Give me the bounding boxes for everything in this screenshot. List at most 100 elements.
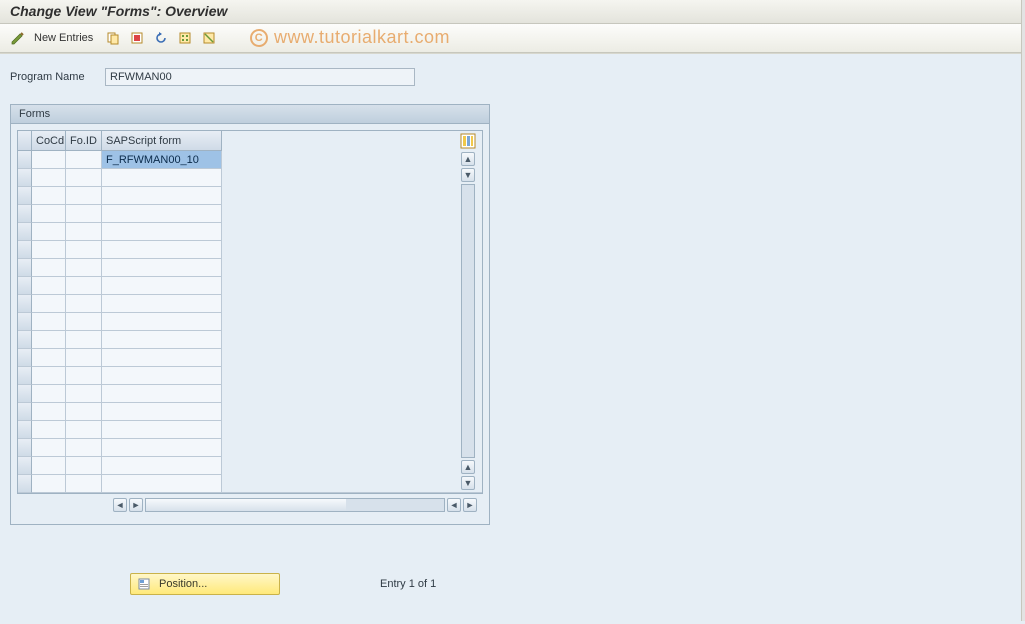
scroll-down2-icon[interactable]: ▲ bbox=[461, 460, 475, 474]
col-header-foid[interactable]: Fo.ID bbox=[66, 131, 102, 151]
cell-foid[interactable] bbox=[66, 259, 102, 277]
table-row[interactable] bbox=[18, 169, 222, 187]
table-row[interactable] bbox=[18, 439, 222, 457]
cell-cocd[interactable] bbox=[32, 331, 66, 349]
cell-cocd[interactable] bbox=[32, 241, 66, 259]
table-row[interactable] bbox=[18, 241, 222, 259]
row-selector[interactable] bbox=[18, 331, 32, 349]
select-all-icon[interactable] bbox=[175, 28, 195, 48]
cell-sapscript-form[interactable] bbox=[102, 169, 222, 187]
hscroll-track[interactable] bbox=[145, 498, 445, 512]
cell-foid[interactable] bbox=[66, 241, 102, 259]
cell-sapscript-form[interactable] bbox=[102, 277, 222, 295]
row-selector[interactable] bbox=[18, 439, 32, 457]
cell-sapscript-form[interactable] bbox=[102, 259, 222, 277]
cell-foid[interactable] bbox=[66, 223, 102, 241]
cell-foid[interactable] bbox=[66, 205, 102, 223]
row-selector[interactable] bbox=[18, 457, 32, 475]
cell-foid[interactable] bbox=[66, 475, 102, 493]
col-header-form[interactable]: SAPScript form bbox=[102, 131, 222, 151]
horizontal-scrollbar[interactable]: ◄ ► ◄ ► bbox=[17, 494, 483, 518]
hscroll-right-icon[interactable]: ► bbox=[463, 498, 477, 512]
change-display-icon[interactable] bbox=[8, 28, 28, 48]
cell-sapscript-form[interactable] bbox=[102, 403, 222, 421]
deselect-all-icon[interactable] bbox=[199, 28, 219, 48]
table-row[interactable] bbox=[18, 295, 222, 313]
cell-cocd[interactable] bbox=[32, 187, 66, 205]
col-header-selector[interactable] bbox=[18, 131, 32, 151]
cell-foid[interactable] bbox=[66, 457, 102, 475]
cell-sapscript-form[interactable] bbox=[102, 439, 222, 457]
cell-sapscript-form[interactable] bbox=[102, 187, 222, 205]
table-row[interactable] bbox=[18, 475, 222, 493]
row-selector[interactable] bbox=[18, 241, 32, 259]
cell-cocd[interactable] bbox=[32, 313, 66, 331]
cell-sapscript-form[interactable] bbox=[102, 223, 222, 241]
cell-sapscript-form[interactable] bbox=[102, 349, 222, 367]
row-selector[interactable] bbox=[18, 313, 32, 331]
table-row[interactable] bbox=[18, 205, 222, 223]
row-selector[interactable] bbox=[18, 475, 32, 493]
cell-cocd[interactable] bbox=[32, 367, 66, 385]
configure-columns-icon[interactable] bbox=[459, 132, 477, 150]
table-row[interactable] bbox=[18, 259, 222, 277]
row-selector[interactable] bbox=[18, 169, 32, 187]
cell-cocd[interactable] bbox=[32, 385, 66, 403]
cell-cocd[interactable] bbox=[32, 457, 66, 475]
cell-sapscript-form[interactable] bbox=[102, 457, 222, 475]
cell-cocd[interactable] bbox=[32, 403, 66, 421]
scroll-up-icon[interactable]: ▲ bbox=[461, 152, 475, 166]
cell-cocd[interactable] bbox=[32, 277, 66, 295]
cell-foid[interactable] bbox=[66, 313, 102, 331]
row-selector[interactable] bbox=[18, 277, 32, 295]
position-button[interactable]: Position... bbox=[130, 573, 280, 595]
row-selector[interactable] bbox=[18, 223, 32, 241]
table-row[interactable]: F_RFWMAN00_10 bbox=[18, 151, 222, 169]
cell-foid[interactable] bbox=[66, 403, 102, 421]
cell-sapscript-form[interactable] bbox=[102, 241, 222, 259]
cell-foid[interactable] bbox=[66, 151, 102, 169]
cell-cocd[interactable] bbox=[32, 223, 66, 241]
row-selector[interactable] bbox=[18, 349, 32, 367]
table-row[interactable] bbox=[18, 349, 222, 367]
table-row[interactable] bbox=[18, 223, 222, 241]
hscroll-thumb[interactable] bbox=[146, 499, 346, 511]
cell-sapscript-form[interactable] bbox=[102, 367, 222, 385]
row-selector[interactable] bbox=[18, 385, 32, 403]
cell-sapscript-form[interactable] bbox=[102, 385, 222, 403]
table-row[interactable] bbox=[18, 457, 222, 475]
cell-sapscript-form[interactable] bbox=[102, 313, 222, 331]
cell-cocd[interactable] bbox=[32, 151, 66, 169]
cell-foid[interactable] bbox=[66, 331, 102, 349]
cell-foid[interactable] bbox=[66, 349, 102, 367]
cell-sapscript-form[interactable]: F_RFWMAN00_10 bbox=[102, 151, 222, 169]
cell-sapscript-form[interactable] bbox=[102, 475, 222, 493]
table-row[interactable] bbox=[18, 421, 222, 439]
new-entries-button[interactable]: New Entries bbox=[32, 28, 99, 48]
table-row[interactable] bbox=[18, 367, 222, 385]
table-row[interactable] bbox=[18, 313, 222, 331]
row-selector[interactable] bbox=[18, 259, 32, 277]
cell-cocd[interactable] bbox=[32, 169, 66, 187]
scroll-down-icon[interactable]: ▼ bbox=[461, 476, 475, 490]
cell-cocd[interactable] bbox=[32, 439, 66, 457]
delete-icon[interactable] bbox=[127, 28, 147, 48]
table-row[interactable] bbox=[18, 187, 222, 205]
cell-foid[interactable] bbox=[66, 439, 102, 457]
row-selector[interactable] bbox=[18, 421, 32, 439]
table-row[interactable] bbox=[18, 403, 222, 421]
table-row[interactable] bbox=[18, 277, 222, 295]
program-name-input[interactable] bbox=[105, 68, 415, 86]
undo-icon[interactable] bbox=[151, 28, 171, 48]
cell-cocd[interactable] bbox=[32, 259, 66, 277]
col-header-cocd[interactable]: CoCd bbox=[32, 131, 66, 151]
table-row[interactable] bbox=[18, 331, 222, 349]
vertical-scrollbar[interactable]: ▲ ▼ ▲ ▼ bbox=[460, 152, 476, 490]
scroll-up2-icon[interactable]: ▼ bbox=[461, 168, 475, 182]
cell-sapscript-form[interactable] bbox=[102, 421, 222, 439]
hscroll-left2-icon[interactable]: ► bbox=[129, 498, 143, 512]
hscroll-left-icon[interactable]: ◄ bbox=[113, 498, 127, 512]
row-selector[interactable] bbox=[18, 151, 32, 169]
row-selector[interactable] bbox=[18, 187, 32, 205]
table-row[interactable] bbox=[18, 385, 222, 403]
